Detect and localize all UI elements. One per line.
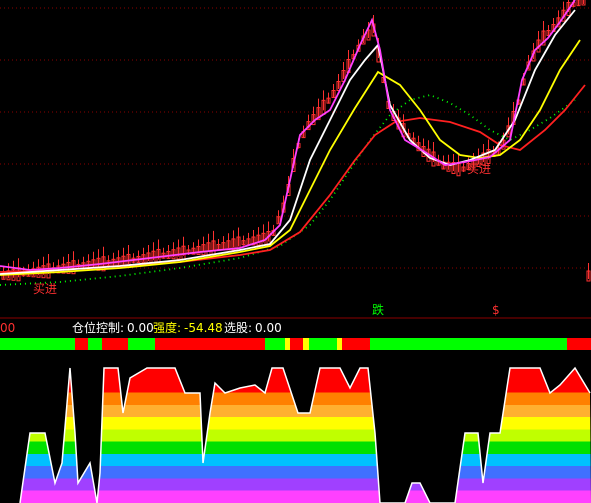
strength-value: -54.48 — [184, 321, 223, 335]
rainbow-indicator-panel[interactable] — [0, 353, 591, 503]
dollar-signal-label: $ — [492, 303, 500, 317]
ma-red-line — [0, 84, 586, 273]
signal-strip-segment — [88, 338, 102, 350]
select-stock-value: 0.00 — [255, 321, 282, 335]
signal-strip-segment — [337, 338, 342, 350]
fall-signal-label: 跌 — [372, 303, 385, 317]
indicator-status-bar: 00 仓位控制: 0.00 强度: -54.48 选股: 0.00 — [0, 320, 591, 336]
signal-strip-segment — [309, 338, 337, 350]
signal-strip-segment — [285, 338, 290, 350]
signal-color-strip — [0, 338, 591, 350]
signal-strip-segment — [75, 338, 88, 350]
signal-strip-segment — [290, 338, 303, 350]
select-stock-label: 选股: — [224, 321, 253, 335]
signal-strip-segment — [155, 338, 265, 350]
buy-signal-label-mid: 买进 — [467, 162, 492, 176]
position-control-label: 仓位控制: — [72, 321, 125, 335]
price-chart-panel[interactable] — [0, 0, 591, 318]
stock-chart-window: 买进 买进 跌 $ 00 仓位控制: 0.00 强度: -54.48 选股: 0… — [0, 0, 591, 503]
signal-strip-segment — [128, 338, 155, 350]
strength-label: 强度: — [153, 321, 182, 335]
signal-strip-segment — [265, 338, 285, 350]
signal-strip-segment — [567, 338, 591, 350]
signal-strip-segment — [303, 338, 309, 350]
rainbow-area — [0, 368, 591, 503]
indicator-prefix: 00 — [0, 321, 16, 335]
signal-strip-segment — [0, 338, 75, 350]
buy-signal-label: 买进 — [33, 282, 58, 296]
signal-strip-segment — [102, 338, 128, 350]
signal-strip-segment — [370, 338, 567, 350]
signal-strip-segment — [342, 338, 370, 350]
ma-magenta-line — [0, 0, 576, 271]
position-control-value: 0.00 — [127, 321, 154, 335]
